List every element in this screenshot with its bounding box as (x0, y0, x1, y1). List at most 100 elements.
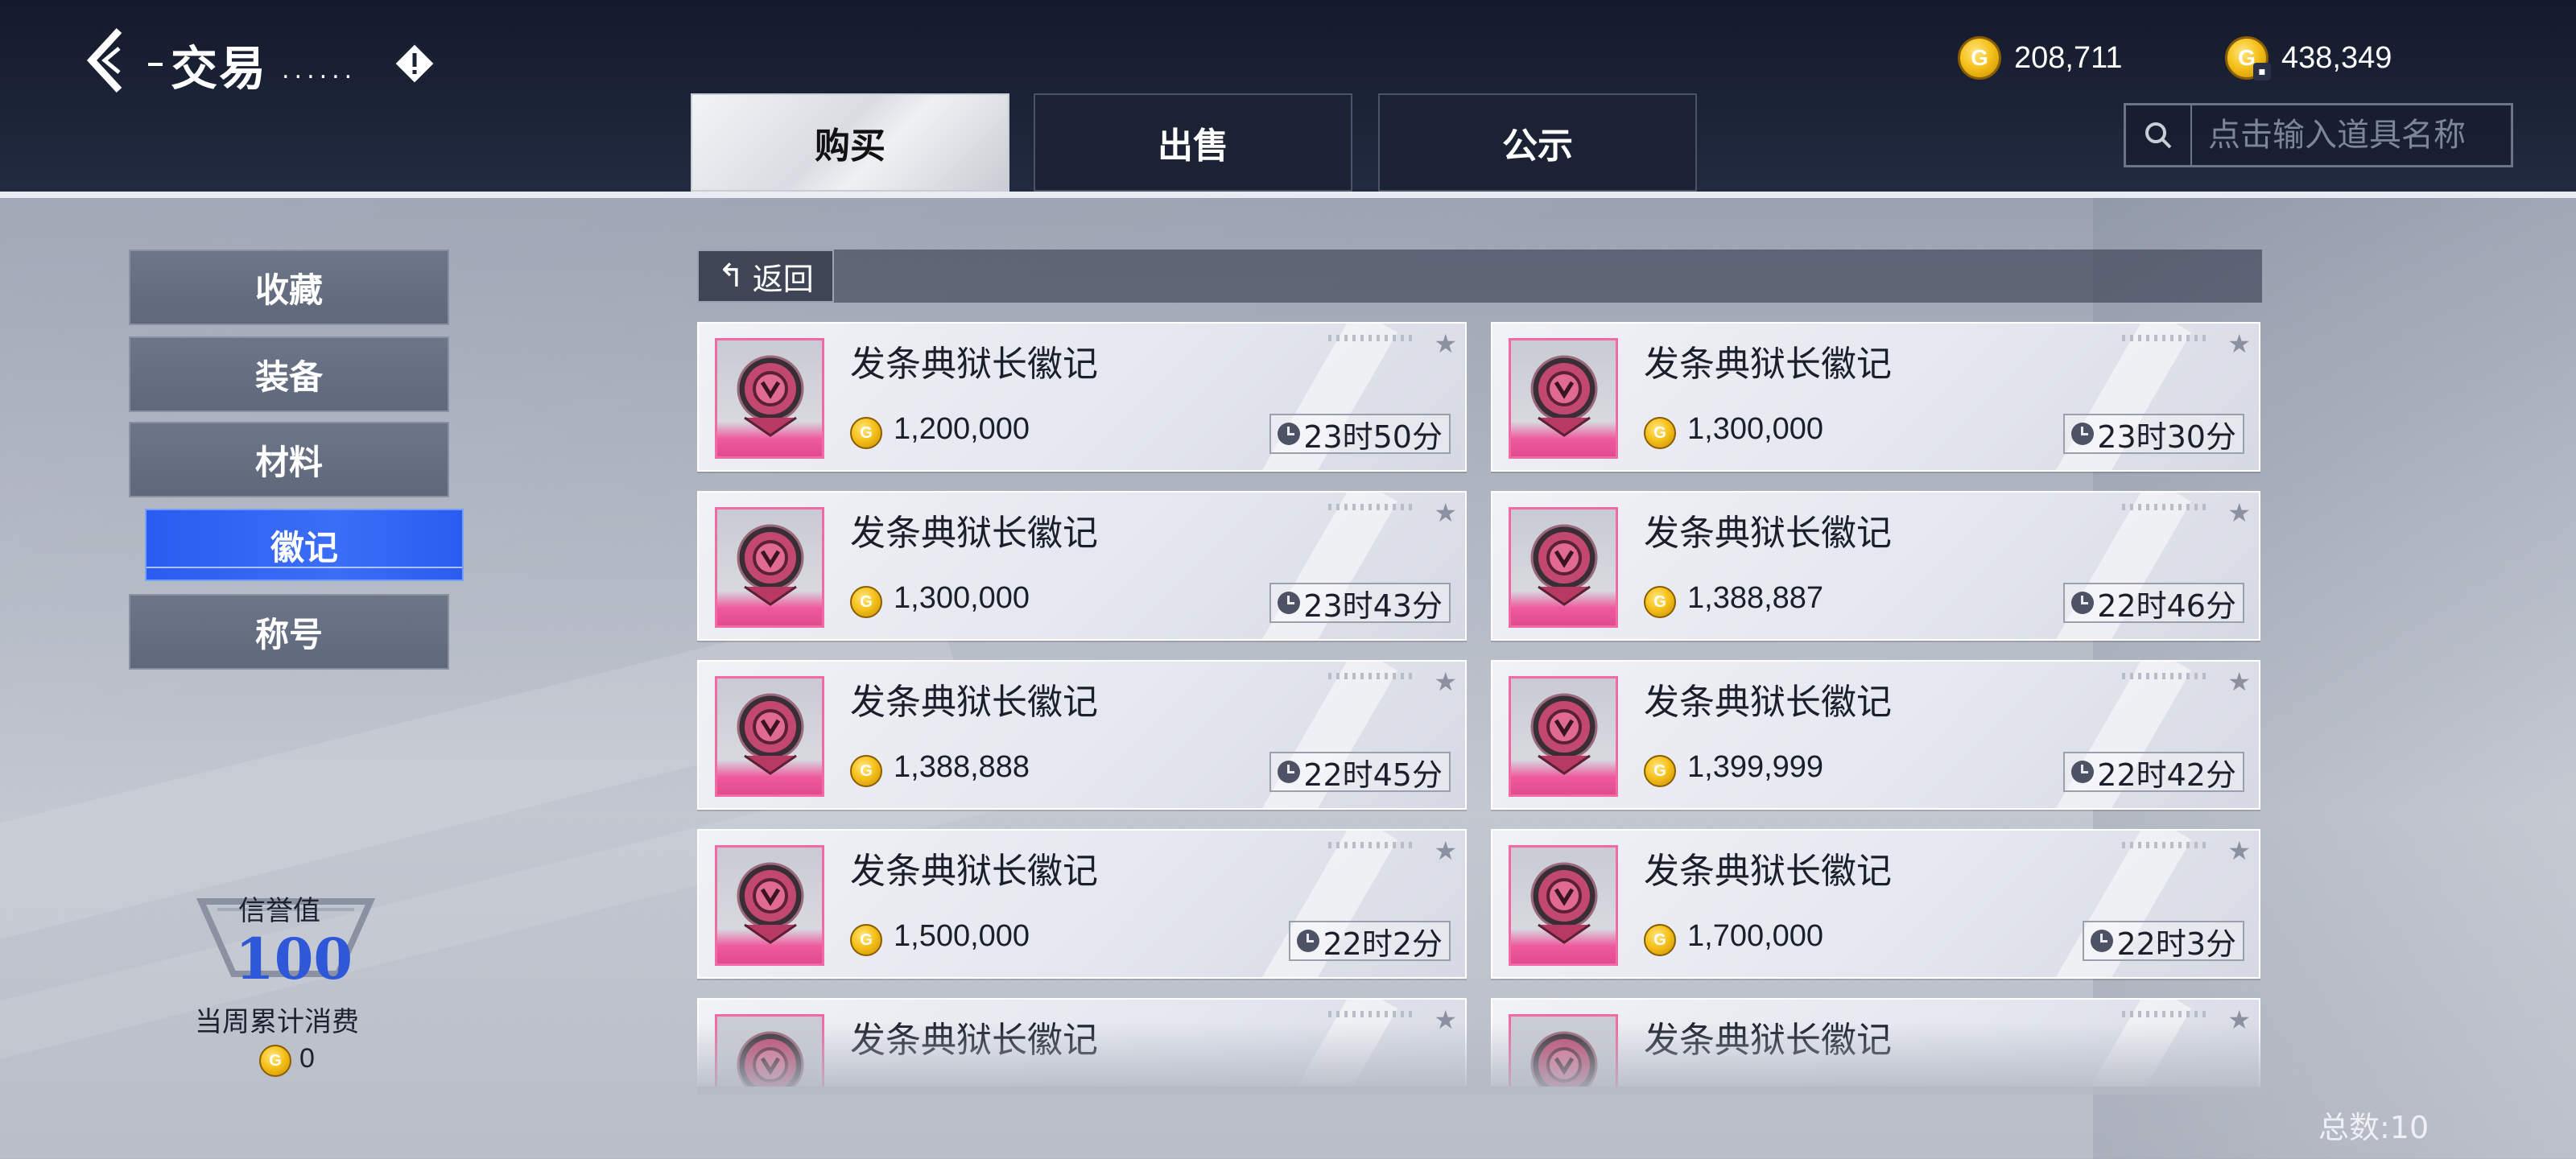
item-icon-frame (1509, 845, 1618, 966)
item-price: 1,700,000 (1687, 919, 1824, 953)
favorite-star-icon[interactable]: ★ (2227, 497, 2251, 528)
emblem-icon (1530, 524, 1598, 606)
time-remaining: 22时42分 (2063, 752, 2244, 793)
clock-icon (2071, 761, 2095, 783)
time-remaining-value: 23时50分 (1303, 419, 1443, 455)
gold-coin-icon (1644, 586, 1676, 618)
listing-card[interactable]: ★ 发条典狱长徽记 1,300,000 23时43分 (697, 491, 1467, 641)
tab-sell[interactable]: 出售 (1034, 93, 1352, 192)
listing-list[interactable]: ★ 发条典狱长徽记 1,200,000 23时50分 ★ (697, 322, 2262, 1087)
item-icon-frame (1509, 338, 1618, 459)
listing-card[interactable]: ★ 发条典狱长徽记 1,700,000 22时3分 (1491, 829, 2260, 979)
time-remaining: 22时3分 (2083, 921, 2244, 962)
emblem-icon (737, 693, 804, 775)
favorite-star-icon[interactable]: ★ (1434, 328, 1457, 359)
card-hatch-decoration (1328, 335, 1417, 341)
item-price: 1,388,888 (894, 750, 1030, 784)
title-dots: ...... (282, 56, 357, 85)
search-input[interactable] (2207, 116, 2508, 155)
item-icon-frame (715, 338, 824, 459)
gold-coin-icon (850, 417, 882, 449)
search-icon[interactable] (2126, 105, 2192, 165)
card-hatch-decoration (2122, 673, 2211, 679)
time-remaining-value: 22时42分 (2097, 757, 2236, 793)
time-remaining-value: 22时2分 (1323, 926, 1443, 962)
reputation-label: 信誉值 (238, 895, 320, 927)
sidebar-item-favorites[interactable]: 收藏 (129, 250, 449, 325)
item-name: 发条典狱长徽记 (1644, 851, 1892, 892)
clock-icon (1278, 761, 1301, 783)
item-name: 发条典狱长徽记 (1644, 682, 1892, 723)
time-remaining: 22时45分 (1269, 752, 1451, 793)
card-hatch-decoration (1328, 504, 1417, 510)
tab-buy[interactable]: 购买 (691, 93, 1009, 192)
clock-icon (2071, 592, 2095, 614)
favorite-star-icon[interactable]: ★ (1434, 835, 1457, 866)
item-price: 1,399,999 (1687, 750, 1824, 784)
time-remaining-value: 22时3分 (2116, 926, 2236, 962)
favorite-star-icon[interactable]: ★ (2227, 328, 2251, 359)
listing-card[interactable]: ★ 发条典狱长徽记 1,500,000 22时2分 (697, 829, 1467, 979)
info-icon[interactable] (392, 41, 437, 86)
time-remaining: 23时50分 (1269, 414, 1451, 455)
bound-gold-currency: ▪ 438,349 (2225, 35, 2392, 80)
favorite-star-icon[interactable]: ★ (1434, 666, 1457, 697)
card-hatch-decoration (2122, 842, 2211, 848)
tab-public[interactable]: 公示 (1378, 93, 1697, 192)
emblem-icon (1530, 862, 1598, 944)
favorite-star-icon[interactable]: ★ (1434, 497, 1457, 528)
list-fade (697, 1022, 2262, 1095)
gold-coin-icon (1958, 36, 2001, 80)
item-price: 1,300,000 (1687, 412, 1824, 446)
gold-coin-icon (1644, 755, 1676, 787)
item-icon-frame (715, 507, 824, 628)
item-name: 发条典狱长徽记 (1644, 344, 1892, 385)
emblem-icon (1530, 693, 1598, 775)
listing-card[interactable]: ★ 发条典狱长徽记 1,388,888 22时45分 (697, 660, 1467, 810)
item-price: 1,388,887 (1687, 581, 1824, 615)
item-icon-frame (1509, 676, 1618, 797)
clock-icon (1278, 592, 1301, 614)
sidebar-item-emblems[interactable]: 徽记 (145, 509, 464, 581)
time-remaining: 23时43分 (1269, 583, 1451, 624)
emblem-icon (1530, 355, 1598, 437)
bound-gold-amount: 438,349 (2281, 40, 2392, 75)
listing-card[interactable]: ★ 发条典狱长徽记 1,399,999 22时42分 (1491, 660, 2260, 810)
time-remaining-value: 22时46分 (2097, 588, 2236, 624)
item-icon-frame (1509, 507, 1618, 628)
back-button[interactable]: ↰ 返回 (697, 250, 834, 303)
search-box (2124, 103, 2513, 167)
emblem-icon (737, 355, 804, 437)
clock-icon (1278, 423, 1301, 445)
listing-card[interactable]: ★ 发条典狱长徽记 1,200,000 23时50分 (697, 322, 1467, 472)
sidebar-item-materials[interactable]: 材料 (129, 422, 449, 497)
item-name: 发条典狱长徽记 (850, 682, 1098, 723)
gold-coin-icon (1644, 924, 1676, 956)
time-remaining-value: 22时45分 (1303, 757, 1443, 793)
listing-card[interactable]: ★ 发条典狱长徽记 1,300,000 23时30分 (1491, 322, 2260, 472)
listing-card[interactable]: ★ 发条典狱长徽记 1,388,887 22时46分 (1491, 491, 2260, 641)
favorite-star-icon[interactable]: ★ (2227, 666, 2251, 697)
item-name: 发条典狱长徽记 (850, 344, 1098, 385)
item-price: 1,200,000 (894, 412, 1030, 446)
time-remaining-value: 23时30分 (2097, 419, 2236, 455)
item-icon-frame (715, 845, 824, 966)
list-header-bar (697, 250, 2262, 303)
emblem-icon (737, 862, 804, 944)
title-dash (148, 63, 163, 66)
gold-coin-icon (850, 924, 882, 956)
item-name: 发条典狱长徽记 (1644, 513, 1892, 554)
sidebar-item-equipment[interactable]: 装备 (129, 336, 449, 412)
clock-icon (2071, 423, 2095, 445)
item-price: 1,300,000 (894, 581, 1030, 615)
gold-coin-icon (850, 755, 882, 787)
card-hatch-decoration (2122, 504, 2211, 510)
gold-amount: 208,711 (2014, 40, 2123, 75)
page-title: 交易 (171, 41, 268, 96)
sidebar-item-titles[interactable]: 称号 (129, 594, 449, 670)
gold-coin-icon (1644, 417, 1676, 449)
reputation-value: 100 (235, 926, 353, 992)
back-arrow-icon[interactable] (80, 24, 137, 97)
favorite-star-icon[interactable]: ★ (2227, 835, 2251, 866)
card-hatch-decoration (1328, 1011, 1417, 1017)
